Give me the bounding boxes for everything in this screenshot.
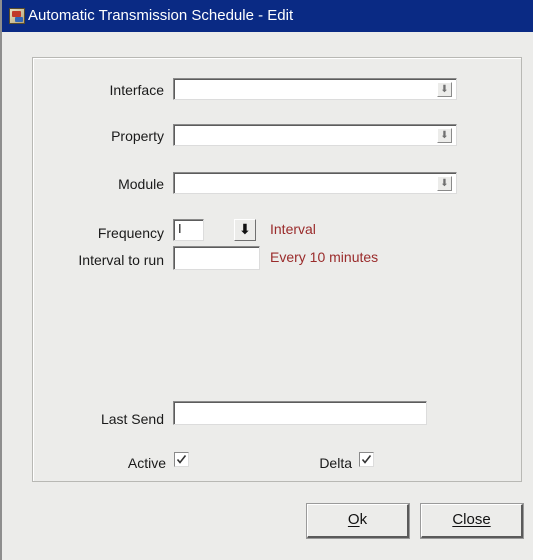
frequency-input[interactable]: I (173, 219, 204, 241)
interface-label: Interface (109, 82, 164, 98)
property-label: Property (111, 128, 164, 144)
interval-to-run-label: Interval to run (78, 252, 164, 268)
active-label: Active (127, 455, 166, 471)
title-bar[interactable]: Automatic Transmission Schedule - Edit (2, 0, 533, 32)
ok-mnemonic: O (347, 511, 360, 528)
checkmark-icon (361, 455, 372, 464)
delta-label: Delta (319, 455, 352, 471)
delta-checkbox[interactable] (359, 452, 374, 467)
frequency-label: Frequency (97, 225, 164, 241)
arrow-down-icon[interactable]: ⬇ (437, 82, 452, 97)
arrow-down-icon[interactable]: ⬇ (234, 219, 256, 241)
last-send-field[interactable] (173, 401, 427, 425)
interface-combo[interactable]: ⬇ (173, 78, 457, 100)
ok-button[interactable]: Ok (307, 504, 409, 538)
last-send-label: Last Send (100, 411, 164, 427)
frequency-description: Interval (270, 221, 316, 237)
module-combo[interactable]: ⬇ (173, 172, 457, 194)
arrow-down-icon[interactable]: ⬇ (437, 176, 452, 191)
edit-dialog: Automatic Transmission Schedule - Edit I… (0, 0, 533, 560)
interval-to-run-input[interactable] (173, 246, 260, 270)
window-title: Automatic Transmission Schedule - Edit (28, 7, 294, 24)
checkmark-icon (176, 455, 187, 464)
ok-label-rest: k (359, 511, 368, 528)
module-label: Module (118, 176, 164, 192)
interval-description: Every 10 minutes (270, 249, 379, 265)
app-icon (9, 8, 25, 24)
arrow-down-icon[interactable]: ⬇ (437, 128, 452, 143)
active-checkbox[interactable] (174, 452, 189, 467)
property-combo[interactable]: ⬇ (173, 124, 457, 146)
close-button[interactable]: Close (421, 504, 523, 538)
